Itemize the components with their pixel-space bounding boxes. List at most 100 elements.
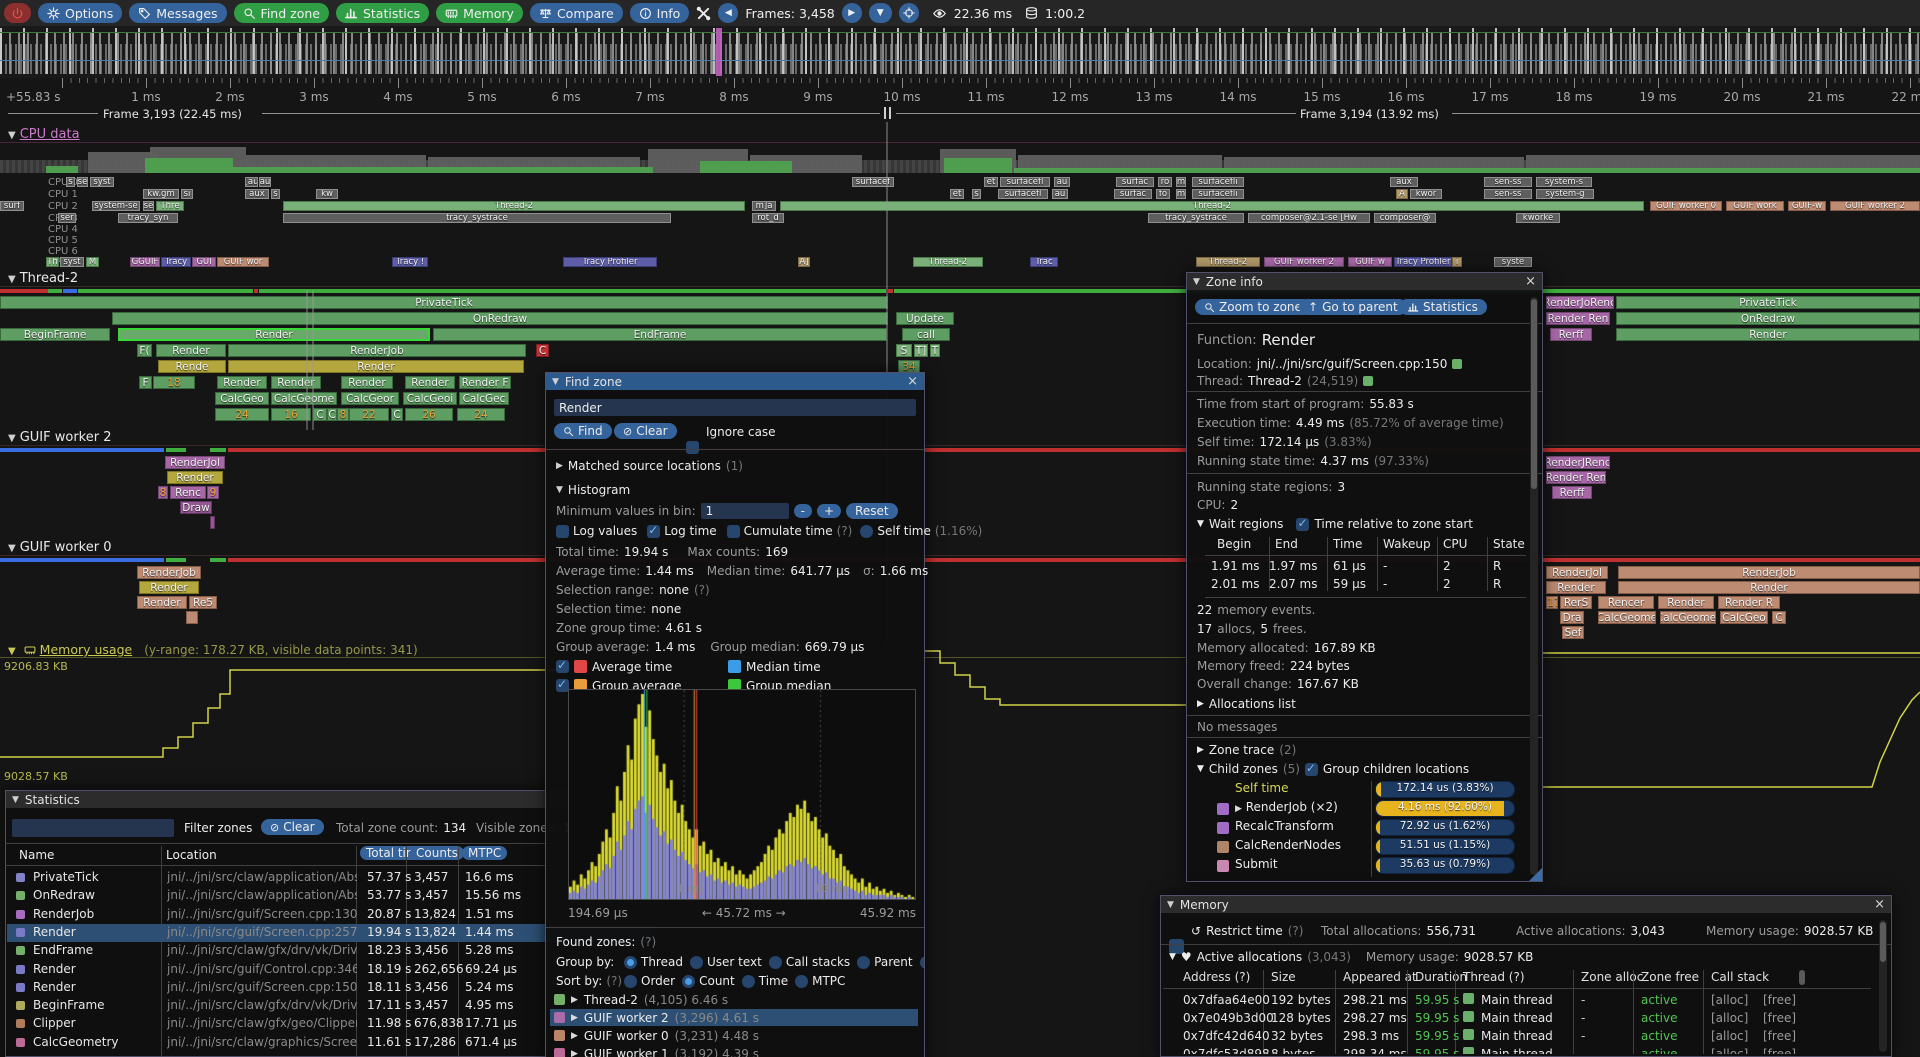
options-button[interactable]: Options bbox=[38, 3, 122, 23]
find-zone-button[interactable]: Find zone bbox=[234, 3, 329, 23]
timeline-zone[interactable]: PrivateTick bbox=[0, 296, 888, 309]
timeline-zone[interactable]: RenderJob bbox=[137, 566, 201, 579]
timeline-zone[interactable]: system-g bbox=[1536, 189, 1594, 199]
timeline-zone[interactable]: RerS bbox=[1560, 596, 1592, 609]
timeline-zone[interactable]: RenderJRend bbox=[1546, 456, 1610, 469]
allocations-list-row[interactable]: ▶Allocations list bbox=[1197, 697, 1296, 711]
timeline-zone[interactable]: Thread-2 bbox=[913, 257, 983, 267]
child-zones-row[interactable]: ▼Child zones(5)Group children locations bbox=[1197, 762, 1469, 776]
timeline-zone[interactable]: m bbox=[1176, 189, 1186, 199]
timeline-zone[interactable]: Render bbox=[217, 376, 267, 389]
timeline-zone[interactable]: surfacefl bbox=[1000, 177, 1050, 187]
zone-statistics-button[interactable]: Statistics bbox=[1399, 299, 1487, 315]
timeline-zone[interactable]: ro bbox=[1158, 177, 1172, 187]
timeline-zone[interactable]: Draw bbox=[180, 501, 212, 514]
timeline-zone[interactable]: GUI bbox=[192, 257, 216, 267]
alloc-callstack[interactable]: [alloc] bbox=[1711, 1011, 1748, 1025]
histogram-section[interactable]: ▼Histogram bbox=[556, 483, 630, 497]
timeline-zone[interactable]: au bbox=[259, 177, 271, 187]
info-button[interactable]: Info bbox=[630, 3, 690, 23]
timeline-zone[interactable]: Render Ren bbox=[1546, 471, 1606, 484]
timeline-zone[interactable]: 22 bbox=[349, 408, 389, 421]
column-call-stack[interactable]: Call stack bbox=[1711, 970, 1769, 984]
active-allocations-header[interactable]: ▼♥Active allocations(3,043)Memory usage:… bbox=[1169, 950, 1533, 964]
timeline-zone[interactable]: sen-ss bbox=[1484, 189, 1532, 199]
timeline-zone[interactable]: surfacefli bbox=[1192, 177, 1244, 187]
memory-titlebar[interactable]: ▼Memory× bbox=[1161, 896, 1891, 913]
timeline-zone[interactable]: ser bbox=[58, 213, 76, 223]
timeline-zone[interactable]: 8 bbox=[337, 408, 349, 421]
collapse-icon[interactable]: ▼ bbox=[12, 795, 19, 805]
timeline-zone[interactable]: Render R bbox=[1718, 596, 1780, 609]
timeline-zone[interactable]: CalcGeoi bbox=[403, 392, 457, 405]
column-size[interactable]: Size bbox=[1271, 970, 1296, 984]
timeline-zone[interactable]: surfacefl bbox=[998, 189, 1048, 199]
close-icon[interactable]: × bbox=[907, 374, 918, 389]
timeline-zone[interactable]: se bbox=[143, 201, 154, 211]
timeline-zone[interactable]: surfac bbox=[1116, 177, 1154, 187]
timeline-zone[interactable]: 16 bbox=[271, 408, 311, 421]
timeline-zone[interactable]: si bbox=[181, 189, 193, 199]
timeline-zone[interactable]: Dra bbox=[1560, 611, 1584, 624]
radio-option[interactable]: Time bbox=[742, 974, 788, 988]
timeline-zone[interactable]: kwor bbox=[1410, 189, 1442, 199]
timeline-zone[interactable]: rot_d bbox=[752, 213, 784, 223]
timeline-zone[interactable]: Trac bbox=[1030, 257, 1058, 267]
timeline-zone[interactable]: Rerff bbox=[1550, 328, 1592, 341]
find-button[interactable]: Find bbox=[554, 423, 612, 439]
timeline-zone[interactable]: Render bbox=[228, 360, 524, 373]
legend-checkbox[interactable] bbox=[556, 660, 569, 673]
zone-group-row[interactable]: ▶ GUIF worker 2 (3,296) 4.61 s bbox=[550, 1009, 918, 1026]
timeline-zone[interactable]: F( bbox=[137, 344, 152, 357]
timeline-zone[interactable]: GUIF worker 2 bbox=[1264, 257, 1344, 267]
next-frame-button[interactable]: ▶ bbox=[842, 3, 862, 23]
zone-trace-row[interactable]: ▶Zone trace(2) bbox=[1197, 743, 1296, 757]
radio-option[interactable]: Count bbox=[682, 974, 735, 988]
timeline-zone[interactable]: Sef bbox=[1562, 626, 1584, 639]
go-to-parent-button[interactable]: ↑Go to parent bbox=[1299, 299, 1407, 315]
wait-row[interactable]: 1.91 ms 1.97 ms 61 µs - 2 R bbox=[1207, 559, 1528, 577]
free-callstack[interactable]: [free] bbox=[1763, 993, 1796, 1007]
timeline-zone[interactable]: tracy_systrace bbox=[1148, 213, 1244, 223]
timeline-zone[interactable]: surfacefli bbox=[1192, 189, 1244, 199]
timeline-zone[interactable]: F bbox=[139, 376, 152, 389]
timeline-zone[interactable]: Render bbox=[1616, 328, 1920, 341]
find-zone-titlebar[interactable]: ▼Find zone× bbox=[546, 373, 924, 390]
radio-option[interactable]: Call stacks bbox=[769, 955, 850, 969]
timeline-zone[interactable]: C bbox=[391, 408, 403, 421]
radio-option[interactable]: User text bbox=[690, 955, 762, 969]
timeline-zone[interactable]: GUIF worker 0 bbox=[1650, 201, 1722, 211]
scrollbar-thumb[interactable] bbox=[1880, 922, 1886, 962]
timeline-zone[interactable]: sen-ss bbox=[1484, 177, 1532, 187]
radio-option[interactable]: Parent bbox=[857, 955, 912, 969]
timeline-zone[interactable]: OnRedraw bbox=[112, 312, 888, 325]
timeline-zone[interactable]: Tracy bbox=[161, 257, 191, 267]
column-zone-free[interactable]: Zone free bbox=[1641, 970, 1699, 984]
timeline-zone[interactable]: syst bbox=[90, 177, 114, 187]
messages-button[interactable]: Messages bbox=[129, 3, 226, 23]
radio-option[interactable]: MTPC bbox=[795, 974, 845, 988]
timeline-zone[interactable]: au bbox=[1054, 177, 1070, 187]
timeline-zone[interactable]: C bbox=[1772, 611, 1786, 624]
collapse-icon[interactable]: ▼ bbox=[552, 377, 559, 387]
timeline-zone[interactable]: OnRedraw bbox=[1616, 312, 1920, 325]
child-zone-row[interactable]: Self time 172.14 us (3.83%) bbox=[1187, 781, 1528, 800]
group-children-checkbox[interactable] bbox=[1305, 763, 1318, 776]
timeline-zone[interactable]: Renc bbox=[170, 486, 206, 499]
timeline-zone[interactable]: system-s bbox=[1536, 177, 1592, 187]
expand-icon[interactable]: ▶ bbox=[571, 995, 578, 1005]
matched-source-locations[interactable]: ▶Matched source locations(1) bbox=[556, 459, 743, 473]
timeline-zone[interactable]: et bbox=[950, 189, 964, 199]
timeline-zone[interactable]: 24 bbox=[457, 408, 505, 421]
timeline-zone[interactable]: 26 bbox=[405, 408, 453, 421]
timeline-zone[interactable]: surf bbox=[0, 201, 24, 211]
collapse-icon[interactable]: ▼ bbox=[1167, 900, 1174, 910]
timeline-zone[interactable]: CalcGeomet bbox=[1660, 611, 1716, 624]
memory-button[interactable]: Memory bbox=[436, 3, 523, 23]
timeline-zone[interactable]: Re5 bbox=[189, 596, 217, 609]
find-zone-input[interactable] bbox=[554, 399, 916, 416]
timeline-zone[interactable]: aux bbox=[245, 189, 269, 199]
timeline-zone[interactable]: aux bbox=[1390, 177, 1418, 187]
timeline-zone[interactable]: composer@2.1-se [Hw bbox=[1248, 213, 1370, 223]
power-button[interactable] bbox=[4, 3, 31, 23]
